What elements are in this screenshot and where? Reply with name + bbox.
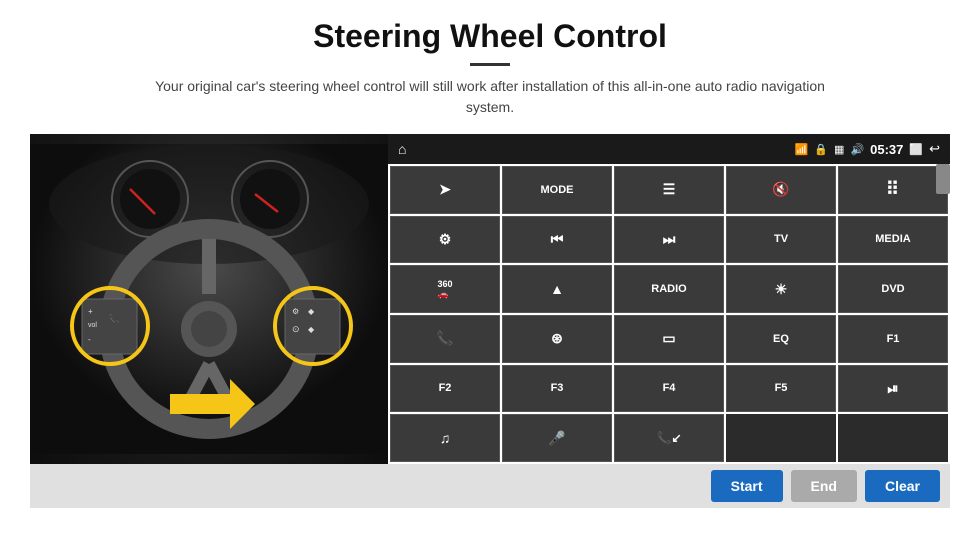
home-icon: ⌂ [398, 141, 406, 157]
menu-icon: ☰ [663, 181, 676, 198]
btn-prev[interactable]: ⏮ [502, 216, 612, 264]
prev-icon: ⏮ [551, 231, 564, 248]
car-image: + vol - 📞 ⚙ ◆ ⊙ ◆ [30, 134, 388, 464]
next-icon: ⏭ [663, 231, 676, 248]
settings-circle-icon: ⚙ [439, 231, 452, 248]
dvd-label: DVD [881, 283, 904, 295]
page-container: Steering Wheel Control Your original car… [0, 0, 980, 544]
play-pause-icon: ⏯ [887, 380, 898, 397]
control-button-grid: ➤ MODE ☰ 🔇 ⠿ ⚙ ⏮ [388, 164, 950, 464]
apps-icon: ⠿ [886, 179, 900, 200]
car-background: + vol - 📞 ⚙ ◆ ⊙ ◆ [30, 134, 388, 464]
btn-settings-circle[interactable]: ⚙ [390, 216, 500, 264]
btn-eq[interactable]: EQ [726, 315, 836, 363]
wifi-icon: 📶 [795, 143, 809, 156]
mic-icon: 🎤 [548, 430, 565, 447]
btn-nav[interactable]: ⊛ [502, 315, 612, 363]
phone-icon: 📞 [436, 330, 453, 347]
btn-f3[interactable]: F3 [502, 365, 612, 413]
svg-text:+: + [88, 307, 93, 316]
steering-wheel-svg: + vol - 📞 ⚙ ◆ ⊙ ◆ [30, 144, 388, 454]
eject-icon: ▲ [550, 281, 564, 297]
btn-play-pause[interactable]: ⏯ [838, 365, 948, 413]
radio-label: RADIO [651, 283, 686, 295]
svg-text:vol: vol [88, 322, 97, 329]
page-title: Steering Wheel Control [313, 18, 667, 55]
btn-f4[interactable]: F4 [614, 365, 724, 413]
sd-icon: ▦ [834, 143, 844, 156]
topbar-right: 📶 🔒 ▦ 🔊 05:37 ⬜ ↩ [795, 141, 940, 157]
btn-360[interactable]: 360🚗 [390, 265, 500, 313]
btn-call-end[interactable]: 📞↙ [614, 414, 724, 462]
eq-label: EQ [773, 333, 789, 345]
time-display: 05:37 [870, 142, 903, 157]
btn-media[interactable]: MEDIA [838, 216, 948, 264]
content-area: + vol - 📞 ⚙ ◆ ⊙ ◆ [30, 134, 950, 464]
clear-button[interactable]: Clear [865, 470, 940, 502]
btn-mute[interactable]: 🔇 [726, 166, 836, 214]
svg-text:⚙: ⚙ [292, 307, 299, 316]
f2-label: F2 [439, 382, 452, 394]
topbar-left: ⌂ [398, 141, 406, 157]
navigate-icon: ➤ [439, 181, 451, 198]
btn-menu[interactable]: ☰ [614, 166, 724, 214]
btn-radio[interactable]: RADIO [614, 265, 724, 313]
svg-text:📞: 📞 [108, 313, 120, 324]
btn-next[interactable]: ⏭ [614, 216, 724, 264]
title-divider [470, 63, 510, 66]
screen-icon: ⬜ [909, 143, 923, 156]
empty-cell-1 [726, 414, 836, 462]
btn-eject[interactable]: ▲ [502, 265, 612, 313]
start-button[interactable]: Start [711, 470, 783, 502]
end-button[interactable]: End [791, 470, 857, 502]
f4-label: F4 [663, 382, 676, 394]
mode-label: MODE [541, 184, 574, 196]
360-icon: 360🚗 [437, 279, 452, 300]
bt-icon: 🔊 [850, 143, 864, 156]
back-icon: ↩ [929, 141, 940, 157]
svg-text:-: - [88, 335, 91, 344]
btn-phone[interactable]: 📞 [390, 315, 500, 363]
btn-f5[interactable]: F5 [726, 365, 836, 413]
call-end-icon: 📞↙ [657, 431, 682, 445]
panel-topbar: ⌂ 📶 🔒 ▦ 🔊 05:37 ⬜ ↩ [388, 134, 950, 164]
svg-text:◆: ◆ [308, 325, 315, 334]
btn-f1[interactable]: F1 [838, 315, 948, 363]
f3-label: F3 [551, 382, 564, 394]
nav-icon: ⊛ [551, 330, 563, 347]
lock-icon: 🔒 [814, 143, 828, 156]
btn-brightness[interactable]: ☀ [726, 265, 836, 313]
mute-icon: 🔇 [772, 181, 789, 198]
btn-f2[interactable]: F2 [390, 365, 500, 413]
btn-music[interactable]: ♫ [390, 414, 500, 462]
empty-cell-2 [838, 414, 948, 462]
svg-text:⊙: ⊙ [292, 324, 300, 334]
music-icon: ♫ [440, 430, 451, 446]
btn-navigate[interactable]: ➤ [390, 166, 500, 214]
media-label: MEDIA [875, 233, 910, 245]
f1-label: F1 [887, 333, 900, 345]
screen-ctrl-icon: ▭ [662, 330, 675, 347]
f5-label: F5 [775, 382, 788, 394]
brightness-icon: ☀ [775, 281, 788, 298]
btn-dvd[interactable]: DVD [838, 265, 948, 313]
tv-label: TV [774, 233, 788, 245]
btn-mic[interactable]: 🎤 [502, 414, 612, 462]
btn-mode[interactable]: MODE [502, 166, 612, 214]
svg-text:◆: ◆ [308, 307, 315, 316]
btn-apps[interactable]: ⠿ [838, 166, 948, 214]
page-subtitle: Your original car's steering wheel contr… [140, 76, 840, 118]
scroll-handle[interactable] [936, 164, 950, 194]
control-panel: ⌂ 📶 🔒 ▦ 🔊 05:37 ⬜ ↩ ➤ [388, 134, 950, 464]
btn-tv[interactable]: TV [726, 216, 836, 264]
btn-screen[interactable]: ▭ [614, 315, 724, 363]
